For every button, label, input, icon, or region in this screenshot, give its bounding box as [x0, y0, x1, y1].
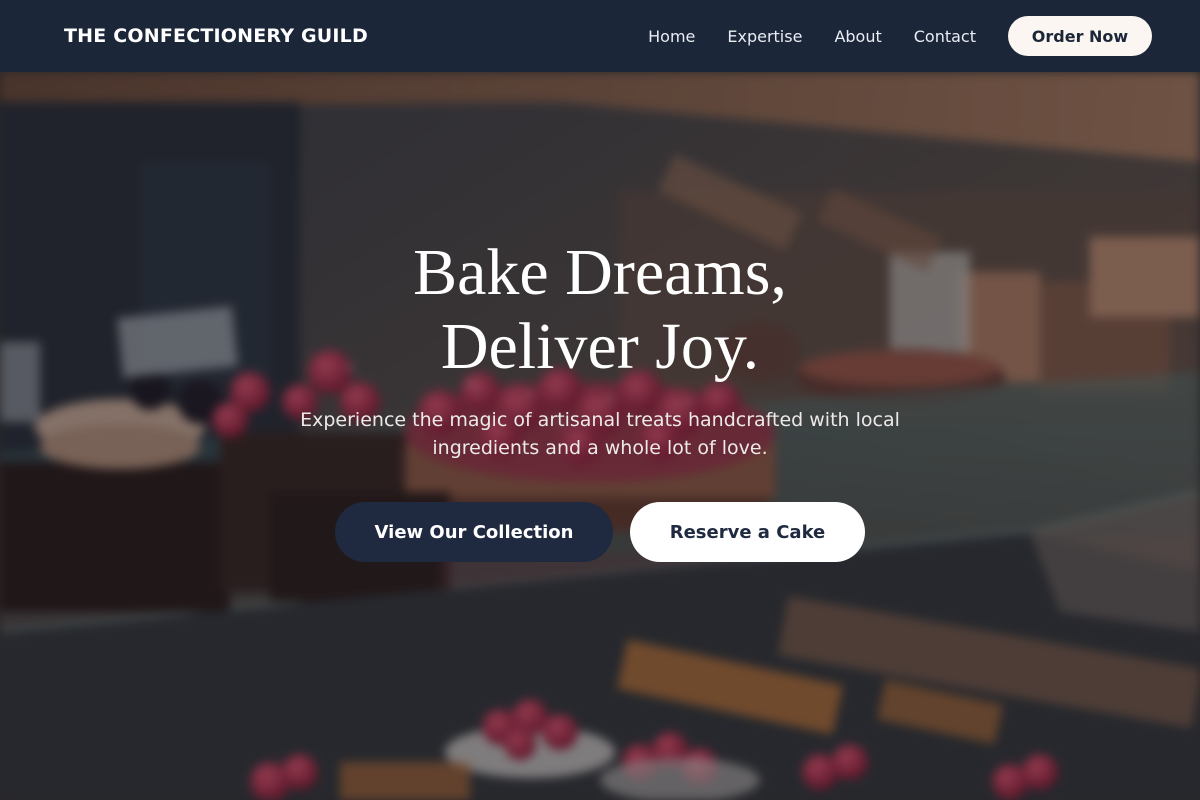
- view-collection-button[interactable]: View Our Collection: [335, 502, 613, 562]
- hero-subtext-line2: ingredients and a whole lot of love.: [432, 437, 768, 459]
- main-nav: Home Expertise About Contact Order Now: [648, 16, 1152, 56]
- hero-subtext-line1: Experience the magic of artisanal treats…: [300, 409, 900, 431]
- hero-subtext: Experience the magic of artisanal treats…: [270, 406, 930, 462]
- top-navbar: THE CONFECTIONERY GUILD Home Expertise A…: [0, 0, 1200, 72]
- nav-link-contact[interactable]: Contact: [914, 27, 976, 46]
- hero-content: Bake Dreams, Deliver Joy. Experience the…: [0, 72, 1200, 800]
- hero-headline-line2: Deliver Joy.: [440, 310, 760, 383]
- hero-headline: Bake Dreams, Deliver Joy.: [0, 236, 1200, 384]
- order-now-button[interactable]: Order Now: [1008, 16, 1152, 56]
- nav-link-home[interactable]: Home: [648, 27, 695, 46]
- hero-headline-line1: Bake Dreams,: [413, 236, 787, 309]
- nav-link-expertise[interactable]: Expertise: [727, 27, 802, 46]
- nav-link-about[interactable]: About: [834, 27, 881, 46]
- brand-logo-text[interactable]: THE CONFECTIONERY GUILD: [64, 25, 368, 47]
- reserve-cake-button[interactable]: Reserve a Cake: [630, 502, 865, 562]
- hero-cta-row: View Our Collection Reserve a Cake: [0, 502, 1200, 562]
